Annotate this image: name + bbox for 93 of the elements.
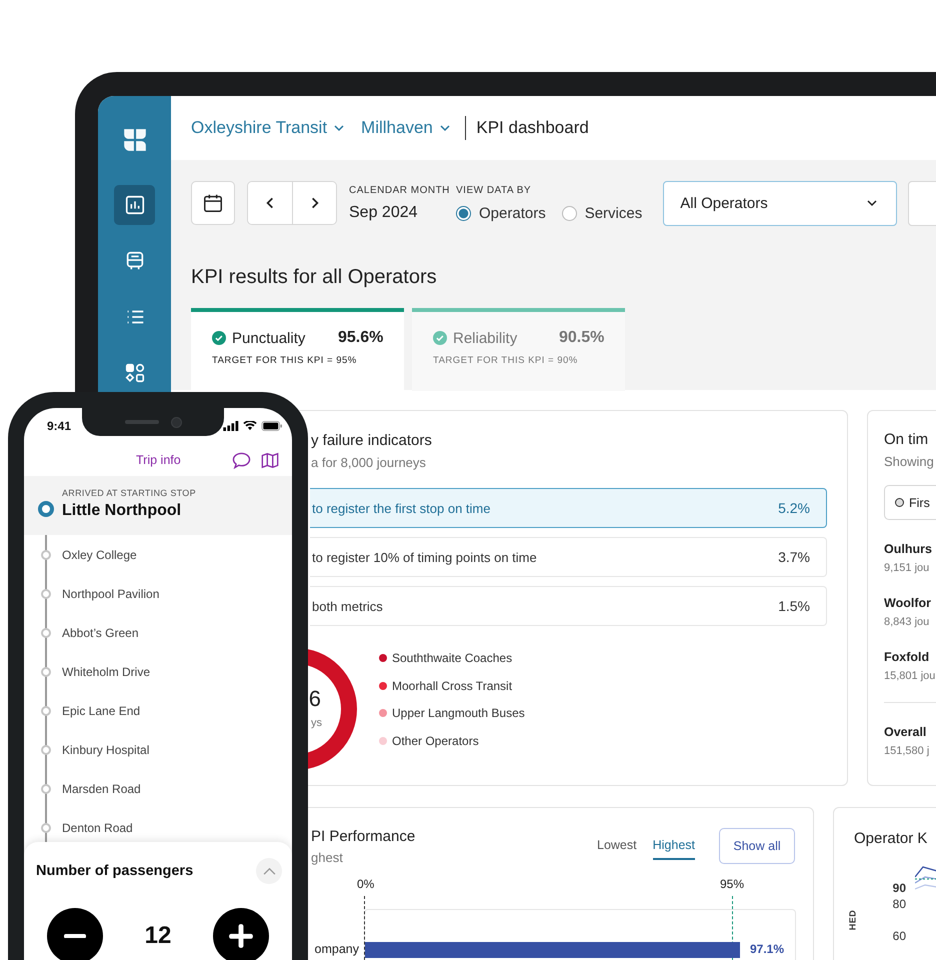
journey-count: 8,843 jou	[884, 616, 930, 628]
passenger-count: 12	[144, 922, 172, 950]
operator-name: Woolfor	[884, 596, 932, 610]
tick-label: 80	[892, 897, 906, 911]
check-circle-icon	[433, 331, 447, 345]
breadcrumb-dropdown[interactable]: Oxleyshire Transit	[191, 118, 346, 138]
indicator-value: 1.5%	[778, 598, 810, 614]
logo-icon	[122, 127, 148, 153]
kpi-tab[interactable]: Reliability 90.5% TARGET FOR THIS KPI = 90%	[412, 308, 625, 391]
check-circle-icon	[212, 331, 226, 345]
radio-button[interactable]	[456, 206, 471, 220]
overall-label: Overall	[884, 725, 928, 739]
kpi-name: Punctuality	[232, 330, 306, 346]
kpi-value: 90.5%	[559, 329, 604, 347]
calendar-icon	[202, 192, 224, 214]
stop-name: Denton Road	[62, 820, 133, 834]
operator-name: Foxfold	[884, 650, 930, 664]
sort-tab[interactable]: Lowest	[597, 830, 637, 860]
decrease-button[interactable]	[47, 908, 103, 960]
tick-label: 90	[892, 881, 906, 895]
indicator-value: 3.7%	[778, 549, 810, 565]
scale-label: 95%	[720, 877, 744, 891]
kpi-name: Reliability	[453, 330, 518, 346]
card-title: PI Performance	[311, 828, 416, 845]
wifi-icon	[243, 421, 257, 431]
breadcrumb-dropdown[interactable]: Millhaven	[361, 118, 451, 138]
card-subtitle: Showing	[884, 454, 935, 469]
operator-label: ompany	[314, 942, 359, 956]
legend-label: Souththwaite Coaches	[392, 651, 512, 666]
stop-name: Kinbury Hospital	[62, 742, 150, 756]
donut-value: 6	[308, 686, 321, 712]
legend-label: Upper Langmouth Buses	[392, 706, 525, 720]
chevron-up-icon	[262, 866, 276, 876]
plus-icon	[228, 923, 254, 949]
tick-label: 60	[892, 929, 906, 943]
filter-option[interactable]: Firs	[884, 485, 936, 520]
kpi-tab[interactable]: Punctuality 95.6% TARGET FOR THIS KPI = 95%	[191, 308, 404, 391]
card-subtitle: a for 8,000 journeys	[311, 455, 427, 470]
card-title: On tim	[884, 431, 930, 448]
indicator-label: both metrics	[312, 598, 383, 614]
signal-icon	[223, 421, 239, 431]
chat-icon	[232, 452, 251, 468]
minus-icon	[64, 934, 86, 938]
status-time: 9:41	[47, 419, 72, 433]
calendar-button[interactable]	[191, 181, 235, 225]
stop-name: Abbot’s Green	[62, 626, 138, 640]
journey-count: 151,580 j	[884, 745, 930, 757]
kpi-target: TARGET FOR THIS KPI = 95%	[212, 355, 358, 366]
scale-label: 0%	[357, 877, 374, 891]
stop-name: Epic Lane End	[62, 704, 140, 718]
operator-dropdown[interactable]: All Operators	[663, 180, 898, 226]
section-heading: KPI results for all Operators	[191, 265, 438, 289]
screen-title: Trip info	[136, 453, 182, 467]
stop-name: Little Northpool	[62, 502, 182, 520]
stop-status: ARRIVED AT STARTING STOP	[62, 488, 196, 498]
card-title: Operator K	[854, 830, 928, 847]
axis-label: HED	[847, 910, 858, 930]
radio-option[interactable]: Operators	[456, 204, 546, 222]
indicator-row[interactable]: to register 10% of timing points on time 3.7%	[310, 537, 827, 577]
radio-option[interactable]: Services	[562, 204, 642, 222]
field-label: VIEW DATA BY	[456, 184, 532, 196]
sheet-title: Number of passengers	[36, 863, 194, 879]
radio-button[interactable]	[562, 206, 577, 220]
bar-value: 97.1%	[750, 943, 784, 956]
stop-name: Oxley College	[62, 548, 137, 562]
month-value: Sep 2024	[349, 204, 419, 222]
show-all-button[interactable]: Show all	[719, 828, 795, 864]
indicator-value: 5.2%	[778, 500, 810, 516]
legend-label: Moorhall Cross Transit	[392, 678, 512, 693]
card-subtitle: ghest	[311, 850, 344, 865]
page-title: KPI dashboard	[476, 118, 589, 138]
stop-name: Whiteholm Drive	[62, 664, 150, 678]
journey-count: 15,801 jou	[884, 670, 936, 682]
journey-count: 9,151 jou	[884, 562, 930, 574]
sort-tab[interactable]: Highest	[652, 830, 695, 860]
map-icon	[261, 452, 279, 468]
chart-icon	[124, 194, 146, 216]
indicator-row[interactable]: both metrics 1.5%	[310, 586, 827, 626]
legend-label: Other Operators	[392, 734, 479, 748]
operator-name: Oulhurs	[884, 542, 933, 556]
indicator-label: to register the first stop on time	[312, 500, 490, 516]
apps-icon	[124, 362, 146, 384]
field-label: CALENDAR MONTH	[349, 184, 451, 196]
indicator-row[interactable]: to register the first stop on time 5.2%	[310, 488, 827, 528]
kpi-target: TARGET FOR THIS KPI = 90%	[433, 355, 579, 366]
indicator-label: to register 10% of timing points on time	[312, 550, 537, 564]
donut-caption: ys	[311, 717, 322, 729]
stop-name: Marsden Road	[62, 782, 141, 796]
kpi-value: 95.6%	[338, 329, 384, 347]
stop-name: Northpool Pavilion	[62, 586, 160, 600]
card-title: y failure indicators	[311, 432, 433, 449]
nav-item[interactable]	[114, 185, 155, 225]
battery-icon	[261, 421, 283, 431]
